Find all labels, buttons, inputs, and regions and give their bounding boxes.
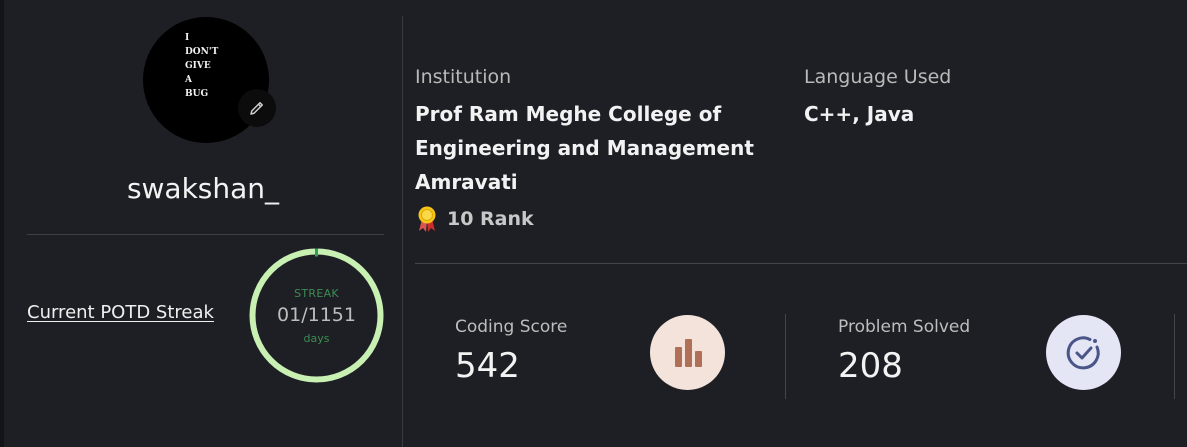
rank-text: 10 Rank [447,208,534,230]
language-value: C++, Java [804,102,915,126]
check-circle-icon [1066,335,1100,369]
stat-divider [1174,314,1175,399]
vertical-divider [402,16,403,447]
problems-solved-badge [1046,315,1121,390]
medal-icon [418,206,436,232]
streak-unit: days [303,331,330,345]
bar-chart-icon [674,338,702,367]
streak-value: 01/1151 [277,303,356,326]
problems-solved-value: 208 [838,346,903,386]
pencil-icon [250,102,263,115]
streak-label: STREAK [294,286,339,300]
institution-line-3: Amravati [415,170,518,194]
edit-avatar-button[interactable] [238,89,276,127]
rank: 10 Rank [415,205,534,233]
language-label: Language Used [804,66,952,88]
coding-score-value: 542 [455,346,520,386]
problems-solved-label: Problem Solved [838,317,971,337]
institution-line-2: Engineering and Management [415,136,754,160]
profile-card: I DON'T GIVE A BUG swakshan_ Current POT… [4,0,1187,447]
username: swakshan_ [126,172,280,205]
avatar-text: I DON'T GIVE A BUG [185,33,219,99]
institution-line-1: Prof Ram Meghe College of [415,102,722,126]
streak-counter: STREAK 01/1151 days [248,247,385,384]
stat-divider [785,314,786,399]
divider [27,234,384,235]
potd-streak-link[interactable]: Current POTD Streak [27,302,214,323]
coding-score-badge [650,315,725,390]
institution-label: Institution [415,66,512,88]
profile-panel: I DON'T GIVE A BUG swakshan_ Current POT… [4,0,402,447]
coding-score-label: Coding Score [455,317,568,337]
divider [415,263,1187,264]
